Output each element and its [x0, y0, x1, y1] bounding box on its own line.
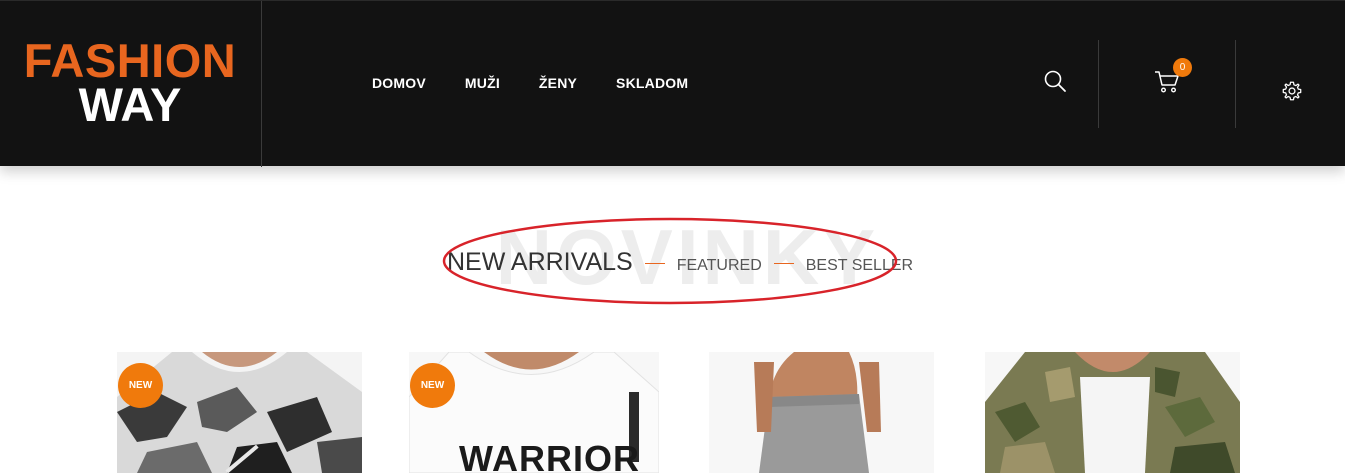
search-icon[interactable]: [1043, 69, 1067, 93]
header-divider: [1098, 40, 1099, 128]
tab-new-arrivals[interactable]: NEW ARRIVALS: [447, 248, 633, 277]
product-card[interactable]: NEW WARRIOR: [409, 352, 659, 473]
nav-item-zeny[interactable]: ŽENY: [539, 75, 577, 91]
nav-item-muzi[interactable]: MUŽI: [465, 75, 500, 91]
main-nav: DOMOV MUŽI ŽENY SKLADOM: [372, 75, 727, 91]
tab-separator: [773, 263, 794, 264]
new-badge: NEW: [118, 363, 163, 408]
site-header: FASHION WAY DOMOV MUŽI ŽENY SKLADOM 0: [0, 0, 1345, 167]
product-image: [709, 352, 934, 473]
tab-separator: [644, 263, 665, 264]
product-tabs: NEW ARRIVALS FEATURED BEST SELLER: [447, 248, 913, 277]
product-card[interactable]: [709, 352, 934, 473]
tab-featured[interactable]: FEATURED: [677, 257, 762, 275]
logo[interactable]: FASHION WAY: [0, 1, 262, 167]
new-badge: NEW: [410, 363, 455, 408]
product-card[interactable]: [985, 352, 1240, 473]
gear-icon[interactable]: [1281, 80, 1303, 102]
logo-line-way: WAY: [78, 78, 182, 131]
header-divider: [1235, 40, 1236, 128]
tab-best-seller[interactable]: BEST SELLER: [806, 257, 913, 275]
nav-item-skladom[interactable]: SKLADOM: [616, 75, 688, 91]
nav-item-domov[interactable]: DOMOV: [372, 75, 426, 91]
product-print-text: WARRIOR: [459, 438, 640, 473]
product-image: [985, 352, 1240, 473]
cart-count-badge: 0: [1173, 58, 1192, 77]
product-card[interactable]: NEW: [117, 352, 362, 473]
